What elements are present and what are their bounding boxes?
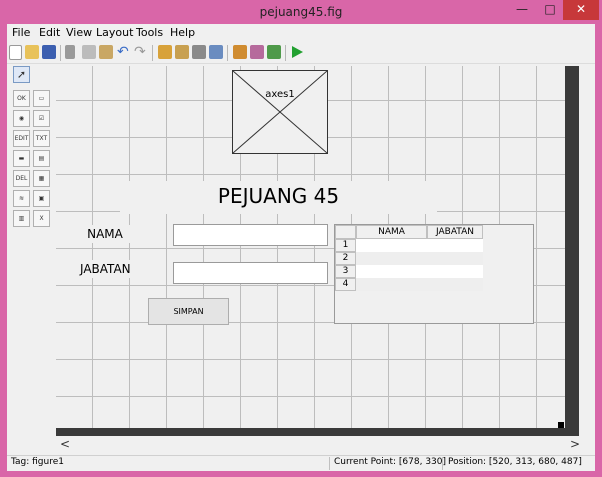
toolbar-separator: [60, 45, 61, 61]
popup-menu-tool-icon[interactable]: ▬: [13, 150, 30, 167]
slider-tool-icon[interactable]: ▭: [33, 90, 50, 107]
open-folder-icon[interactable]: [25, 45, 39, 59]
nama-field[interactable]: [173, 224, 328, 246]
cut-icon[interactable]: [65, 45, 75, 59]
toolbar-separator: [285, 45, 286, 61]
radio-button-tool-icon[interactable]: ◉: [13, 110, 30, 127]
button-group-tool-icon[interactable]: ▥: [13, 210, 30, 227]
scroll-right-icon[interactable]: >: [570, 437, 580, 451]
table-cell[interactable]: [427, 252, 483, 265]
run-figure-icon[interactable]: [290, 45, 304, 59]
table-row-header: 3: [335, 265, 356, 278]
table-cell[interactable]: [356, 239, 427, 252]
select-tool-icon[interactable]: ➚: [13, 66, 30, 83]
undo-icon[interactable]: ↶: [117, 45, 131, 59]
minimize-button[interactable]: —: [509, 0, 535, 20]
menu-edit[interactable]: Edit: [39, 26, 60, 39]
align-objects-icon[interactable]: [158, 45, 172, 59]
status-position: Position: [520, 313, 680, 487]: [448, 457, 582, 467]
table-tool-icon[interactable]: ▦: [33, 170, 50, 187]
layout-canvas[interactable]: axes1 PEJUANG 45 NAMA JABATAN SIMPAN NAM…: [56, 66, 565, 428]
menu-tools[interactable]: Tools: [136, 26, 163, 39]
save-icon[interactable]: [42, 45, 56, 59]
editor-icon[interactable]: [233, 45, 247, 59]
table-cell[interactable]: [356, 252, 427, 265]
panel-tool-icon[interactable]: ▣: [33, 190, 50, 207]
object-browser-icon[interactable]: [267, 45, 281, 59]
new-file-icon[interactable]: [9, 45, 22, 60]
listbox-tool-icon[interactable]: ▤: [33, 150, 50, 167]
edit-text-tool-icon[interactable]: EDIT: [13, 130, 30, 147]
activex-tool-icon[interactable]: X: [33, 210, 50, 227]
client-area: File Edit View Layout Tools Help ↶ ↷ ➚ O…: [7, 24, 595, 471]
axes-placeholder-cross: [233, 71, 327, 153]
menu-help[interactable]: Help: [170, 26, 195, 39]
table-row-header: 1: [335, 239, 356, 252]
table-header-jabatan[interactable]: JABATAN: [427, 225, 483, 239]
menu-layout[interactable]: Layout: [96, 26, 133, 39]
redo-icon[interactable]: ↷: [134, 45, 148, 59]
toolbar-editor-icon[interactable]: [209, 45, 223, 59]
push-button-tool-icon[interactable]: OK: [13, 90, 30, 107]
close-button[interactable]: ✕: [563, 0, 599, 20]
static-text-tool-icon[interactable]: TXT: [33, 130, 50, 147]
data-table[interactable]: NAMA PEJUANG JABATAN 1 2 3 4: [334, 224, 534, 324]
title-bar: pejuang45.fig — □ ✕: [0, 0, 602, 24]
toolbar: ↶ ↷: [7, 43, 595, 64]
toggle-button-tool-icon[interactable]: DEL: [13, 170, 30, 187]
label-jabatan[interactable]: JABATAN: [80, 260, 131, 278]
table-row-header: 2: [335, 252, 356, 265]
axes1[interactable]: axes1: [232, 70, 328, 154]
simpan-button[interactable]: SIMPAN: [148, 298, 229, 325]
status-tag: Tag: figure1: [11, 457, 64, 467]
menu-editor-icon[interactable]: [175, 45, 189, 59]
status-divider: [329, 457, 330, 470]
checkbox-tool-icon[interactable]: ☑: [33, 110, 50, 127]
copy-icon[interactable]: [82, 45, 96, 59]
horizontal-scrollbar[interactable]: < >: [56, 436, 580, 452]
table-row-header: 4: [335, 278, 356, 291]
paste-icon[interactable]: [99, 45, 113, 59]
axes-label: axes1: [265, 89, 295, 100]
title-text: PEJUANG 45: [217, 184, 340, 208]
table-cell[interactable]: [427, 265, 483, 278]
title-static-text[interactable]: PEJUANG 45: [120, 181, 437, 214]
menu-view[interactable]: View: [66, 26, 92, 39]
table-cell[interactable]: [356, 278, 427, 291]
canvas-bottom-border: [56, 428, 579, 436]
menu-bar: File Edit View Layout Tools Help: [7, 24, 595, 42]
status-current-point: Current Point: [678, 330]: [334, 457, 447, 467]
tab-order-icon[interactable]: [192, 45, 206, 59]
status-divider: [442, 457, 443, 470]
table-corner: [335, 225, 356, 239]
canvas-right-border: [565, 66, 579, 436]
toolbar-separator: [227, 45, 228, 61]
guide-window: pejuang45.fig — □ ✕ File Edit View Layou…: [0, 0, 602, 477]
menu-file[interactable]: File: [12, 26, 30, 39]
status-bar: Tag: figure1 Current Point: [678, 330] P…: [7, 455, 595, 471]
label-nama[interactable]: NAMA: [80, 225, 130, 243]
maximize-button[interactable]: □: [537, 0, 563, 20]
table-header-nama-pejuang[interactable]: NAMA PEJUANG: [356, 225, 427, 249]
jabatan-field[interactable]: [173, 262, 328, 284]
table-cell[interactable]: [356, 265, 427, 278]
component-palette: ➚ OK ▭ ◉ ☑ EDIT TXT ▬ ▤ DEL ▦ ≋ ▣ ▥ X: [9, 66, 53, 256]
toolbar-separator: [152, 45, 153, 61]
scroll-left-icon[interactable]: <: [60, 437, 70, 451]
axes-tool-icon[interactable]: ≋: [13, 190, 30, 207]
property-inspector-icon[interactable]: [250, 45, 264, 59]
table-cell[interactable]: [427, 239, 483, 252]
table-cell[interactable]: [427, 278, 483, 291]
